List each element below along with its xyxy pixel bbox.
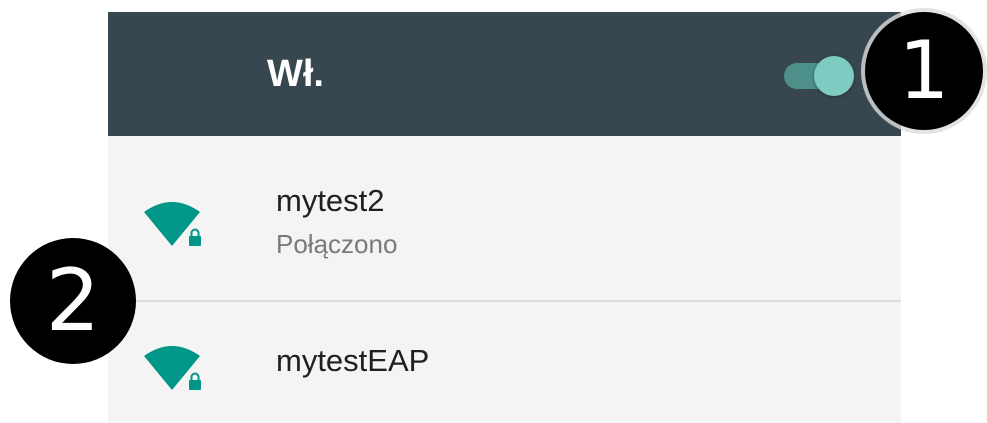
network-list-item[interactable]: mytestEAP — [108, 302, 901, 423]
toggle-thumb — [814, 56, 854, 96]
wifi-settings-panel: Wł. mytest2 Połączono mytestEAP — [108, 12, 901, 423]
wifi-locked-icon — [144, 346, 201, 390]
network-list-item[interactable]: mytest2 Połączono — [108, 136, 901, 300]
screen: Wł. mytest2 Połączono mytestEAP 1 2 — [0, 0, 987, 423]
callout-badge-1: 1 — [865, 12, 983, 130]
switch-status-label: Wł. — [267, 53, 324, 95]
wifi-locked-icon — [144, 202, 201, 246]
wifi-master-switch-bar: Wł. — [108, 12, 901, 136]
callout-badge-2: 2 — [10, 238, 136, 364]
network-name: mytest2 — [276, 183, 385, 218]
wifi-toggle-switch[interactable] — [784, 56, 856, 96]
network-name: mytestEAP — [276, 343, 430, 378]
network-status: Połączono — [276, 229, 398, 259]
